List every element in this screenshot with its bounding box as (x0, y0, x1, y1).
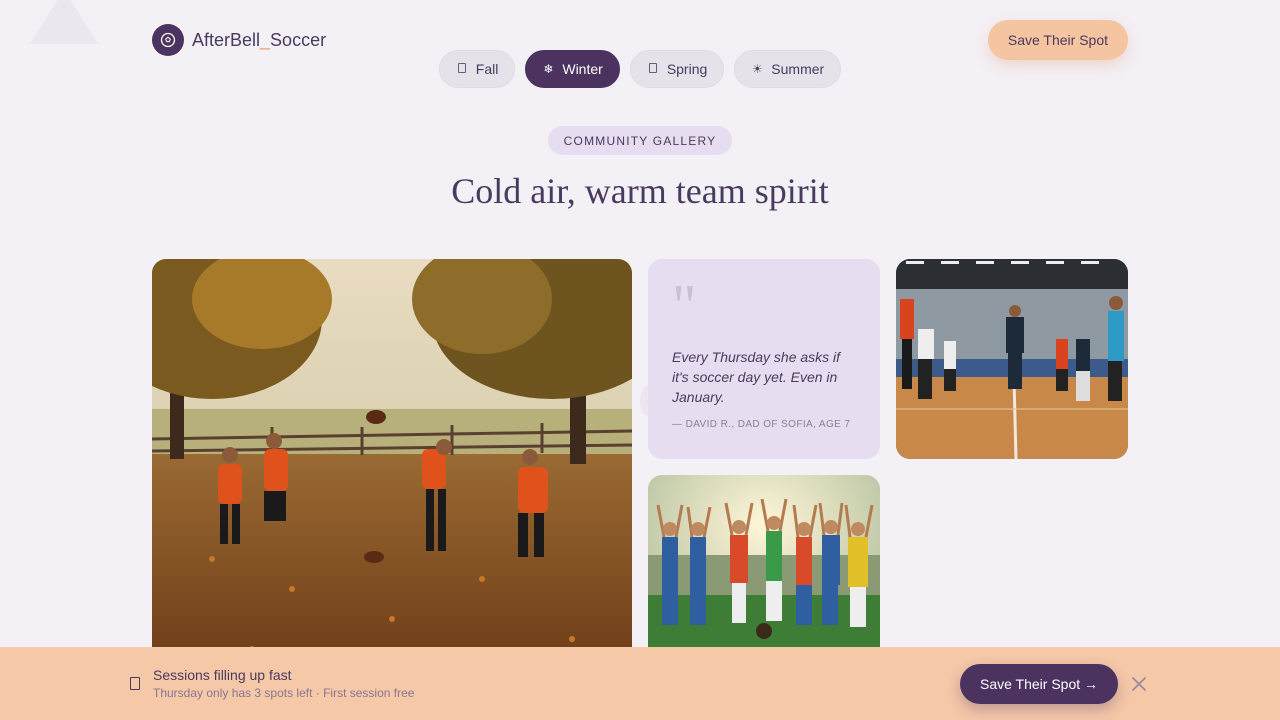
snowflake-icon: ❄ (543, 62, 554, 76)
photo-fall-park[interactable] (152, 259, 632, 679)
calendar-icon (130, 677, 140, 690)
tab-label: Summer (771, 61, 825, 77)
close-icon[interactable] (1130, 675, 1148, 693)
photo-team-celebration[interactable] (648, 475, 880, 675)
testimonial-card: " Every Thursday she asks if it's soccer… (648, 259, 880, 459)
sun-icon: ☀ (751, 62, 763, 76)
testimonial-text: Every Thursday she asks if it's soccer d… (672, 349, 841, 405)
photo-indoor-futsal[interactable] (896, 259, 1128, 459)
page-title: Cold air, warm team spirit (451, 171, 829, 211)
decorative-triangle (30, 0, 98, 44)
tab-label: Winter (562, 61, 603, 77)
banner-title: Sessions filling up fast (153, 667, 292, 683)
leaf-icon (456, 62, 468, 76)
flower-icon (647, 62, 659, 76)
banner-subtitle: Thursday only has 3 spots left · First s… (153, 686, 415, 700)
tab-spring[interactable]: Spring (629, 50, 725, 88)
tab-fall[interactable]: Fall (438, 50, 516, 88)
section-eyebrow: COMMUNITY GALLERY (548, 126, 732, 155)
season-tabs: Fall ❄ Winter Spring ☀ Summer (0, 50, 1280, 88)
tab-label: Fall (475, 61, 499, 77)
tab-label: Spring (666, 61, 708, 77)
testimonial-author: — DAVID R., DAD OF SOFIA, AGE 7 (672, 419, 851, 430)
quote-icon: " (672, 273, 697, 339)
brand-name: AfterBell_Soccer (192, 29, 327, 50)
banner-save-spot-button[interactable]: Save Their Spot → (960, 664, 1118, 704)
tab-summer[interactable]: ☀ Summer (734, 50, 842, 88)
tab-winter[interactable]: ❄ Winter (525, 50, 620, 88)
